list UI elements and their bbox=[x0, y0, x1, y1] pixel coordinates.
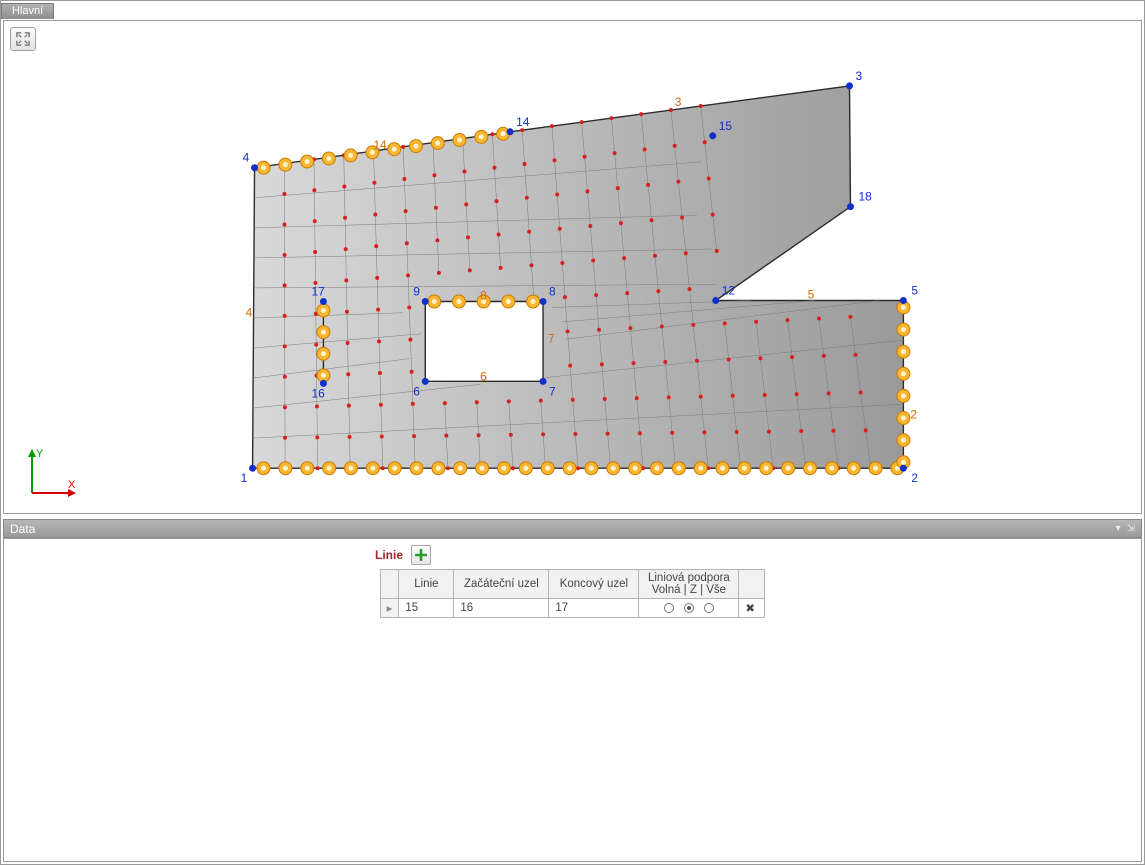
node-label: 7 bbox=[549, 384, 556, 398]
dropdown-icon[interactable]: ▾ bbox=[1116, 523, 1121, 534]
node-label: 14 bbox=[516, 115, 530, 129]
col-linie[interactable]: Linie bbox=[399, 570, 454, 599]
edge-label: 7 bbox=[548, 331, 555, 345]
pin-icon[interactable]: ⇲ bbox=[1127, 523, 1135, 534]
row-header[interactable]: ▸ bbox=[380, 599, 399, 618]
node-label: 17 bbox=[311, 285, 325, 299]
node-2[interactable] bbox=[900, 465, 907, 472]
edge-label: 3 bbox=[675, 95, 682, 109]
node-label: 18 bbox=[858, 190, 872, 204]
delete-row-button[interactable]: ✖ bbox=[739, 599, 765, 618]
cell-start[interactable]: 16 bbox=[454, 599, 549, 618]
node-1[interactable] bbox=[249, 465, 256, 472]
node-label: 4 bbox=[243, 151, 250, 165]
node-5[interactable] bbox=[900, 297, 907, 304]
axis-x-label: X bbox=[68, 479, 76, 491]
tab-main[interactable]: Hlavní bbox=[1, 3, 54, 19]
node-3[interactable] bbox=[846, 82, 853, 89]
node-label: 3 bbox=[855, 69, 862, 83]
canvas-panel[interactable]: 123456789121415161718314456782 Y X bbox=[3, 20, 1142, 514]
radio-z[interactable] bbox=[684, 603, 694, 613]
node-label: 6 bbox=[413, 384, 420, 398]
node-label: 9 bbox=[413, 285, 420, 299]
node-label: 15 bbox=[719, 119, 733, 133]
add-line-button[interactable] bbox=[411, 545, 431, 565]
col-support[interactable]: Liniová podpora Volná | Z | Vše bbox=[639, 570, 739, 599]
plus-icon bbox=[415, 549, 427, 561]
node-9[interactable] bbox=[422, 298, 429, 305]
axis-gizmo: Y X bbox=[22, 443, 82, 503]
node-label: 1 bbox=[241, 471, 248, 485]
node-4[interactable] bbox=[251, 164, 258, 171]
col-start[interactable]: Začáteční uzel bbox=[454, 570, 549, 599]
node-6[interactable] bbox=[422, 378, 429, 385]
table-row[interactable]: ▸151617 ✖ bbox=[380, 599, 765, 618]
node-label: 2 bbox=[911, 471, 918, 485]
data-panel-header[interactable]: Data ▾ ⇲ bbox=[3, 519, 1142, 538]
linie-table[interactable]: Linie Začáteční uzel Koncový uzel Liniov… bbox=[380, 569, 766, 618]
wall-shape bbox=[253, 86, 904, 468]
cell-linie[interactable]: 15 bbox=[399, 599, 454, 618]
data-panel-body: Linie Linie Začáteční uzel Koncový uzel … bbox=[3, 538, 1142, 862]
edge-label: 5 bbox=[808, 288, 815, 302]
node-label: 5 bbox=[911, 284, 918, 298]
radio-volna[interactable] bbox=[664, 603, 674, 613]
node-label: 12 bbox=[722, 284, 736, 298]
node-7[interactable] bbox=[540, 378, 547, 385]
cell-end[interactable]: 17 bbox=[549, 599, 639, 618]
node-label: 16 bbox=[311, 386, 325, 400]
cell-support[interactable] bbox=[639, 599, 739, 618]
section-label-linie: Linie bbox=[375, 548, 403, 562]
node-14[interactable] bbox=[507, 128, 514, 135]
edge-label: 8 bbox=[480, 289, 487, 303]
node-12[interactable] bbox=[712, 297, 719, 304]
node-label: 8 bbox=[549, 285, 556, 299]
edge-label: 6 bbox=[480, 369, 487, 383]
radio-vse[interactable] bbox=[704, 603, 714, 613]
col-end[interactable]: Koncový uzel bbox=[549, 570, 639, 599]
node-15[interactable] bbox=[709, 132, 716, 139]
node-18[interactable] bbox=[847, 203, 854, 210]
mesh-diagram[interactable]: 123456789121415161718314456782 bbox=[4, 21, 1141, 512]
node-8[interactable] bbox=[540, 298, 547, 305]
edge-label: 2 bbox=[910, 407, 917, 421]
node-17[interactable] bbox=[320, 298, 327, 305]
edge-label: 4 bbox=[246, 305, 253, 319]
edge-label: 14 bbox=[373, 138, 387, 152]
tab-strip: Hlavní bbox=[1, 1, 1144, 19]
axis-y-label: Y bbox=[36, 448, 44, 460]
data-panel-title: Data bbox=[10, 522, 35, 536]
app-window: Hlavní 123456789121415161718314456782 Y … bbox=[0, 0, 1145, 865]
